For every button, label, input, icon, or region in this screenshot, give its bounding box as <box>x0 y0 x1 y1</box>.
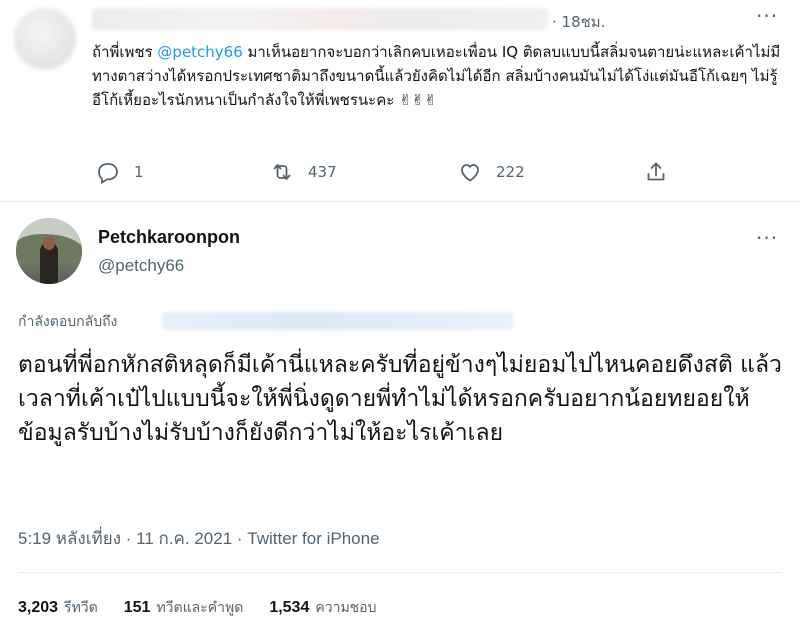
tweet-text: ตอนที่พี่อกหักสติหลุดก็มีเค้านี่แหละครับ… <box>18 352 782 446</box>
like-button[interactable]: 222 <box>458 160 525 184</box>
tweet-metadata[interactable]: 5:19 หลังเที่ยง · 11 ก.ค. 2021 · Twitter… <box>18 525 380 552</box>
quotes-stat[interactable]: 151 ทวีตและคำพูด <box>124 597 244 619</box>
reply-timestamp[interactable]: · 18ชม. <box>552 10 605 34</box>
likes-label: ความชอบ <box>315 600 377 616</box>
retweet-count: 437 <box>308 163 337 181</box>
likes-stat[interactable]: 1,534 ความชอบ <box>269 597 376 619</box>
retweets-label: รีทวีต <box>64 600 98 616</box>
divider <box>18 572 782 573</box>
share-button[interactable] <box>644 160 682 184</box>
like-count: 222 <box>496 163 525 181</box>
avatar-head <box>43 236 55 250</box>
more-icon[interactable]: ··· <box>756 6 778 26</box>
retweet-icon <box>273 164 291 180</box>
reply-text: ถ้าพี่เพชร @petchy66 มาเห็นอยากจะบอกว่าเ… <box>92 40 782 112</box>
mention-link[interactable]: @petchy66 <box>157 43 242 61</box>
avatar[interactable] <box>16 218 82 284</box>
retweets-count: 3,203 <box>18 599 59 616</box>
replying-to-handle-blurred[interactable] <box>162 312 514 330</box>
author-handle[interactable]: @petchy66 <box>98 256 184 276</box>
author-display-name[interactable]: Petchkaroonpon <box>98 227 240 248</box>
replying-to-label: กำลังตอบกลับถึง <box>18 314 118 330</box>
reply-author-blurred[interactable] <box>92 8 548 30</box>
quotes-label: ทวีตและคำพูด <box>156 600 244 616</box>
likes-count: 1,534 <box>269 599 310 616</box>
reply-count: 1 <box>134 163 144 181</box>
share-icon <box>647 162 665 181</box>
reply-tweet[interactable]: · 18ชม. ··· ถ้าพี่เพชร @petchy66 มาเห็นอ… <box>0 0 800 202</box>
reply-icon <box>98 163 118 184</box>
reply-action-bar: 1 437 222 <box>92 160 682 190</box>
retweets-stat[interactable]: 3,203 รีทวีต <box>18 597 98 619</box>
reply-text-start: ถ้าพี่เพชร <box>92 43 158 61</box>
reply-button[interactable]: 1 <box>96 160 144 184</box>
retweet-button[interactable]: 437 <box>270 160 337 184</box>
more-icon[interactable]: ··· <box>756 228 778 248</box>
like-icon <box>461 164 479 182</box>
quotes-count: 151 <box>123 599 151 616</box>
tweet-stats: 3,203 รีทวีต 151 ทวีตและคำพูด 1,534 ความ… <box>18 597 402 619</box>
reply-avatar-blurred[interactable] <box>14 8 76 70</box>
